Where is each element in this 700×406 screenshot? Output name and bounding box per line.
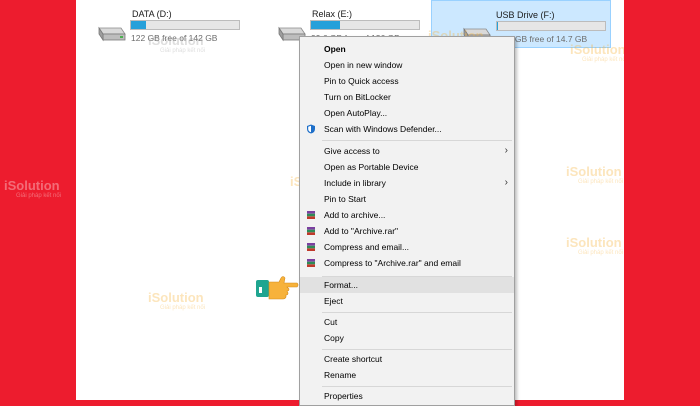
drive-free-space: 122 GB free of 142 GB [131, 33, 218, 43]
watermark: iSolution Giải pháp kết nối [4, 178, 61, 199]
menu-item-portable-device[interactable]: Open as Portable Device [300, 159, 514, 175]
menu-item-label: Copy [324, 333, 344, 343]
menu-separator [322, 386, 512, 387]
pointing-hand-icon [256, 276, 299, 300]
menu-separator [322, 312, 512, 313]
watermark-tagline: Giải pháp kết nối [582, 57, 624, 63]
menu-item-label: Open in new window [324, 60, 403, 70]
watermark-tagline: Giải pháp kết nối [160, 305, 206, 311]
watermark-tagline: Giải pháp kết nối [578, 179, 624, 185]
menu-item-properties[interactable]: Properties [300, 388, 514, 404]
drive-data-d[interactable]: DATA (D:) 122 GB free of 142 GB [96, 0, 276, 48]
watermark-brand: iSolution [566, 164, 622, 179]
menu-item-compress-email[interactable]: Compress and email... [300, 239, 514, 255]
drive-usage-fill [497, 22, 499, 30]
menu-item-add-archive-rar[interactable]: Add to "Archive.rar" [300, 223, 514, 239]
menu-item-label: Pin to Quick access [324, 76, 399, 86]
menu-item-copy[interactable]: Copy [300, 330, 514, 346]
watermark: iSolution Giải pháp kết nối [148, 290, 205, 311]
watermark-tagline: Giải pháp kết nối [16, 193, 62, 199]
submenu-arrow-icon: › [504, 145, 508, 156]
menu-item-label: Format... [324, 280, 359, 290]
menu-item-label: Pin to Start [324, 194, 367, 204]
menu-item-scan-defender[interactable]: Scan with Windows Defender... [300, 121, 514, 137]
menu-item-autoplay[interactable]: Open AutoPlay... [300, 105, 514, 121]
winrar-icon [307, 211, 315, 219]
drive-name: DATA (D:) [132, 9, 172, 19]
menu-item-label: Include in library [324, 178, 386, 188]
menu-item-compress-rar-email[interactable]: Compress to "Archive.rar" and email [300, 255, 514, 271]
menu-item-label: Turn on BitLocker [324, 92, 391, 102]
menu-item-label: Properties [324, 391, 363, 401]
menu-item-label: Give access to [324, 146, 380, 156]
menu-item-label: Rename [324, 370, 357, 380]
menu-item-include-library[interactable]: Include in library › [300, 175, 514, 191]
menu-item-format[interactable]: Format... [300, 277, 514, 293]
watermark-brand: iSolution [4, 178, 60, 193]
watermark: iSolution Giải pháp kết nối [566, 235, 623, 256]
drive-usage-bar [310, 20, 420, 30]
watermark-tagline: Giải pháp kết nối [160, 48, 206, 54]
menu-item-open-new-window[interactable]: Open in new window [300, 57, 514, 73]
menu-item-rename[interactable]: Rename [300, 367, 514, 383]
watermark-brand: iSolution [566, 235, 622, 250]
menu-item-label: Add to archive... [324, 210, 386, 220]
menu-item-label: Open AutoPlay... [324, 108, 388, 118]
drive-name: Relax (E:) [312, 9, 353, 19]
context-menu: Open Open in new window Pin to Quick acc… [299, 36, 515, 406]
menu-item-add-archive[interactable]: Add to archive... [300, 207, 514, 223]
hard-drive-icon [98, 26, 126, 42]
menu-item-label: Compress to "Archive.rar" and email [324, 258, 461, 268]
menu-item-pin-start[interactable]: Pin to Start [300, 191, 514, 207]
menu-item-label: Create shortcut [324, 354, 383, 364]
menu-item-bitlocker[interactable]: Turn on BitLocker [300, 89, 514, 105]
watermark-tagline: Giải pháp kết nối [578, 250, 624, 256]
menu-item-label: Open [324, 44, 346, 54]
menu-item-label: Cut [324, 317, 338, 327]
drive-name: USB Drive (F:) [496, 10, 555, 20]
drive-usage-fill [311, 21, 341, 29]
drive-usage-fill [131, 21, 147, 29]
menu-item-pin-quick-access[interactable]: Pin to Quick access [300, 73, 514, 89]
menu-item-open[interactable]: Open [300, 41, 514, 57]
drive-usage-bar [130, 20, 240, 30]
winrar-icon [307, 243, 315, 251]
watermark-brand: iSolution [148, 290, 204, 305]
winrar-icon [307, 259, 315, 267]
menu-item-label: Open as Portable Device [324, 162, 419, 172]
submenu-arrow-icon: › [504, 177, 508, 188]
menu-item-label: Compress and email... [324, 242, 410, 252]
menu-item-cut[interactable]: Cut [300, 314, 514, 330]
shield-icon [307, 124, 315, 134]
winrar-icon [307, 227, 315, 235]
menu-item-eject[interactable]: Eject [300, 293, 514, 309]
menu-separator [322, 140, 512, 141]
menu-item-label: Scan with Windows Defender... [324, 124, 442, 134]
menu-item-give-access[interactable]: Give access to › [300, 143, 514, 159]
menu-separator [322, 349, 512, 350]
menu-item-label: Eject [324, 296, 343, 306]
menu-item-create-shortcut[interactable]: Create shortcut [300, 351, 514, 367]
drive-usage-bar [496, 21, 606, 31]
watermark: iSolution Giải pháp kết nối [566, 164, 623, 185]
menu-item-label: Add to "Archive.rar" [324, 226, 399, 236]
